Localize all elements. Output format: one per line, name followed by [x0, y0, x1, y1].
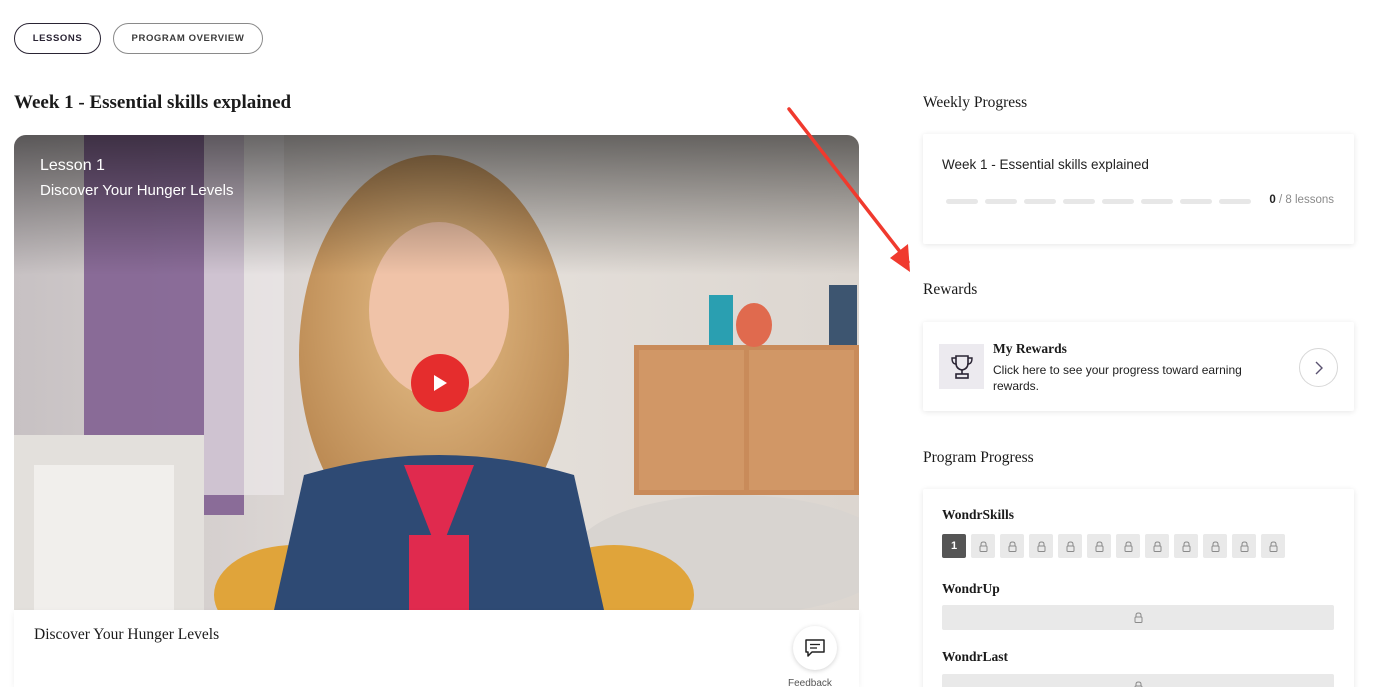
locked-week-box — [1145, 534, 1169, 558]
trophy-icon-box — [939, 344, 984, 389]
tab-program-overview[interactable]: PROGRAM OVERVIEW — [113, 23, 263, 54]
lesson-count: 0 / 8 lessons — [1269, 194, 1334, 206]
weekly-progress-bar — [946, 199, 1251, 204]
locked-week-box — [1087, 534, 1111, 558]
lock-icon — [979, 540, 987, 552]
progress-segment — [1024, 199, 1056, 204]
locked-week-box — [1116, 534, 1140, 558]
tab-lessons[interactable]: LESSONS — [14, 23, 101, 54]
chevron-right-icon — [1315, 361, 1323, 374]
locked-week-box — [1261, 534, 1285, 558]
progress-segment — [985, 199, 1017, 204]
weekly-progress-week-title: Week 1 - Essential skills explained — [942, 157, 1149, 172]
feedback-label: Feedback — [788, 678, 832, 687]
week-title: Week 1 - Essential skills explained — [14, 92, 292, 113]
lock-icon — [1134, 681, 1142, 687]
my-rewards-card[interactable]: My Rewards Click here to see your progre… — [923, 322, 1354, 411]
video-lesson-subtitle: Discover Your Hunger Levels — [40, 182, 234, 199]
locked-week-box — [971, 534, 995, 558]
wondrskills-weeks: 1 — [942, 534, 1285, 558]
chat-bubble-icon — [805, 639, 825, 657]
play-button[interactable] — [411, 354, 469, 412]
wondrup-locked-bar — [942, 605, 1334, 630]
feedback-button[interactable] — [793, 626, 837, 670]
lock-icon — [1269, 540, 1277, 552]
video-caption-bar: Discover Your Hunger Levels Feedback — [14, 610, 859, 687]
progress-segment — [1219, 199, 1251, 204]
trophy-icon — [950, 354, 973, 379]
progress-segment — [1063, 199, 1095, 204]
lesson-title: Discover Your Hunger Levels — [34, 626, 220, 643]
locked-week-box — [1203, 534, 1227, 558]
lessons-total: / 8 lessons — [1279, 194, 1334, 206]
wondrskills-label: WondrSkills — [942, 507, 1015, 522]
wondrlast-locked-bar — [942, 674, 1334, 687]
locked-week-box — [1029, 534, 1053, 558]
wondrlast-label: WondrLast — [942, 649, 1009, 664]
program-progress-heading: Program Progress — [923, 449, 1034, 466]
lock-icon — [1182, 540, 1190, 552]
progress-segment — [1141, 199, 1173, 204]
lock-icon — [1240, 540, 1248, 552]
lock-icon — [1095, 540, 1103, 552]
tab-bar: LESSONS PROGRAM OVERVIEW — [14, 23, 263, 54]
weekly-progress-heading: Weekly Progress — [923, 94, 1028, 111]
video-player[interactable]: Lesson 1 Discover Your Hunger Levels — [14, 135, 859, 610]
progress-segment — [1102, 199, 1134, 204]
rewards-open-button[interactable] — [1299, 348, 1338, 387]
locked-week-box — [1232, 534, 1256, 558]
lock-icon — [1211, 540, 1219, 552]
lessons-completed: 0 — [1269, 194, 1276, 206]
wondrup-label: WondrUp — [942, 581, 1000, 596]
program-progress-card: WondrSkills 1 WondrUp WondrLast — [923, 489, 1354, 687]
my-rewards-title: My Rewards — [993, 341, 1067, 356]
progress-segment — [1180, 199, 1212, 204]
my-rewards-description: Click here to see your progress toward e… — [993, 363, 1242, 393]
locked-week-box — [1000, 534, 1024, 558]
lock-icon — [1124, 540, 1132, 552]
play-icon — [434, 375, 447, 391]
lock-icon — [1066, 540, 1074, 552]
week-1-box[interactable]: 1 — [942, 534, 966, 558]
weekly-progress-card: Week 1 - Essential skills explained 0 / … — [923, 134, 1354, 244]
progress-segment — [946, 199, 978, 204]
lock-icon — [1153, 540, 1161, 552]
lock-icon — [1037, 540, 1045, 552]
rewards-heading: Rewards — [923, 281, 978, 298]
lock-icon — [1134, 612, 1142, 623]
locked-week-box — [1058, 534, 1082, 558]
locked-week-box — [1174, 534, 1198, 558]
video-lesson-label: Lesson 1 — [40, 157, 105, 174]
lock-icon — [1008, 540, 1016, 552]
